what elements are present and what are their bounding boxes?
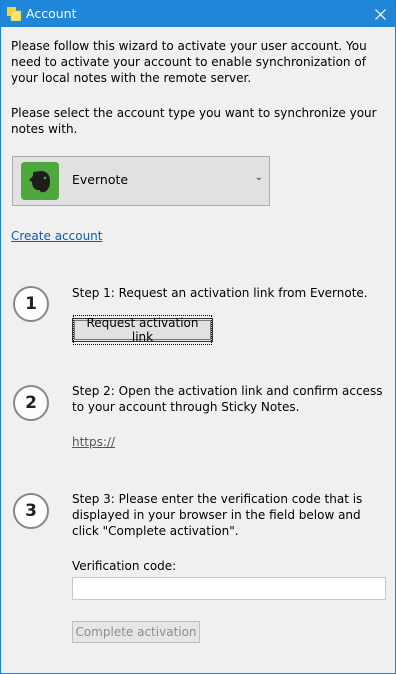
account-type-selected: Evernote [72, 172, 129, 187]
request-activation-link-button[interactable]: Request activation link [72, 315, 213, 345]
step-3-badge: 3 [13, 493, 49, 529]
step-1-text: Step 1: Request an activation link from … [72, 286, 368, 300]
chevron-down-icon: ⌄ [254, 172, 263, 183]
window-title: Account [26, 6, 77, 21]
evernote-elephant-icon [21, 162, 59, 200]
account-type-label: Please select the account type you want … [11, 106, 377, 136]
intro-text: Please follow this wizard to activate yo… [11, 39, 367, 85]
step-2-text: Step 2: Open the activation link and con… [72, 384, 383, 414]
verification-code-label: Verification code: [72, 559, 177, 573]
step-1-badge: 1 [13, 286, 49, 322]
step-3-text: Step 3: Please enter the verification co… [72, 492, 363, 538]
verification-code-input[interactable] [72, 577, 386, 600]
step-2-badge: 2 [13, 385, 49, 421]
close-button[interactable] [365, 1, 395, 27]
request-activation-link-label: Request activation link [73, 315, 212, 345]
close-icon [374, 8, 386, 20]
account-window: Account Please follow this wizard to act… [0, 0, 396, 674]
account-type-dropdown[interactable]: Evernote ⌄ [12, 156, 270, 206]
complete-activation-button[interactable]: Complete activation [72, 621, 200, 643]
activation-link[interactable]: https:// [72, 434, 115, 450]
sticky-notes-app-icon [7, 7, 21, 21]
create-account-link[interactable]: Create account [11, 228, 103, 244]
title-bar[interactable]: Account [1, 1, 395, 27]
